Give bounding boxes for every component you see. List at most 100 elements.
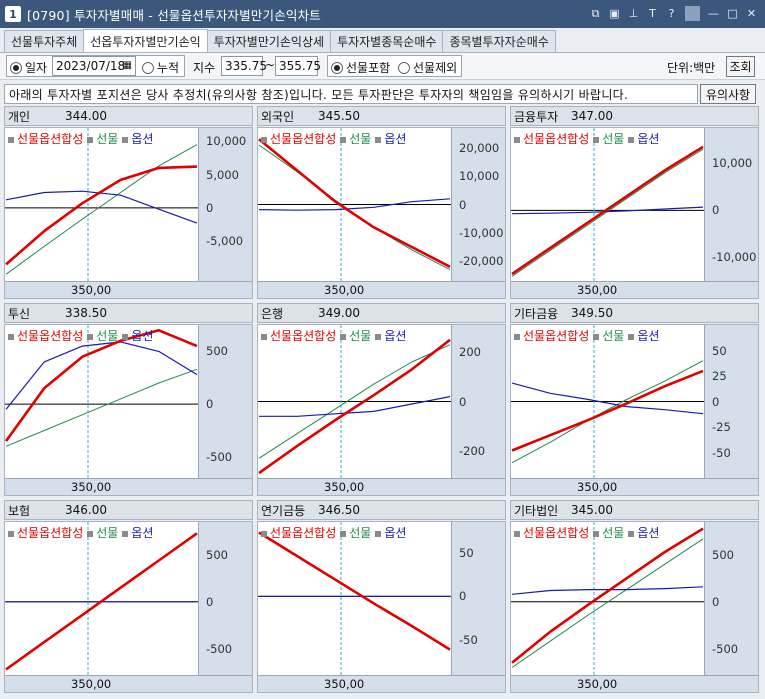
tile-icon[interactable]: ▣ bbox=[607, 6, 622, 21]
investor-name: 기타법인 bbox=[514, 503, 559, 518]
window-badge: 1 bbox=[5, 6, 21, 22]
chart-panel: 연기금등 346.50 선물옵션합성 선물 옵션 50 0 -50 350,00 bbox=[257, 500, 506, 693]
y-tick-label: -200 bbox=[459, 443, 486, 458]
y-tick-label: 500 bbox=[206, 547, 228, 562]
chart-body: 선물옵션합성 선물 옵션 50 25 0 -25 -50 350,00 bbox=[510, 324, 759, 496]
radio-include-futures[interactable]: 선물포함 bbox=[331, 59, 390, 76]
chart-legend: 선물옵션합성 선물 옵션 bbox=[514, 130, 659, 147]
chart-legend: 선물옵션합성 선물 옵션 bbox=[8, 130, 153, 147]
chart-panel: 투신 338.50 선물옵션합성 선물 옵션 500 0 -500 350,00 bbox=[4, 303, 253, 496]
date-value: 2023/07/18 bbox=[56, 59, 126, 73]
legend-options: 옵션 bbox=[628, 327, 659, 344]
tab-2[interactable]: 투자자별만기손익상세 bbox=[206, 30, 332, 52]
y-tick-label: -5,000 bbox=[206, 234, 244, 249]
plot-area: 선물옵션합성 선물 옵션 bbox=[258, 128, 451, 281]
chart-legend: 선물옵션합성 선물 옵션 bbox=[8, 327, 153, 344]
legend-combined: 선물옵션합성 bbox=[261, 130, 336, 147]
index-tilde: ~ bbox=[265, 58, 276, 72]
radio-daily-label: 일자 bbox=[25, 61, 48, 75]
chart-body: 선물옵션합성 선물 옵션 10,000 5,000 0 -5,000 350,00 bbox=[4, 127, 253, 299]
legend-options: 옵션 bbox=[375, 130, 406, 147]
x-axis: 350,00 bbox=[258, 675, 505, 692]
chart-body: 선물옵션합성 선물 옵션 20,000 10,000 0 -10,000 -20,000 350… bbox=[257, 127, 506, 299]
x-tick-label: 350,00 bbox=[71, 480, 112, 494]
y-tick-label: 0 bbox=[459, 589, 467, 604]
x-axis: 350,00 bbox=[5, 675, 252, 692]
chart-body: 선물옵션합성 선물 옵션 50 0 -50 350,00 bbox=[257, 521, 506, 693]
date-input[interactable]: 2023/07/18 ▦ bbox=[52, 56, 136, 76]
maximize-icon[interactable]: □ bbox=[725, 6, 740, 21]
y-tick-label: 10,000 bbox=[206, 134, 247, 149]
include-futures-label: 선물포함 bbox=[346, 61, 391, 75]
legend-combined: 선물옵션합성 bbox=[8, 130, 83, 147]
notice-button[interactable]: 유의사항 bbox=[700, 84, 756, 104]
chart-header: 투신 338.50 bbox=[4, 303, 253, 323]
tab-3[interactable]: 투자자별종목순매수 bbox=[330, 30, 444, 52]
breakeven-value: 345.50 bbox=[318, 109, 360, 123]
x-axis: 350,00 bbox=[5, 281, 252, 298]
breakeven-value: 344.00 bbox=[65, 109, 107, 123]
legend-options: 옵션 bbox=[122, 130, 153, 147]
y-tick-label: -10,000 bbox=[712, 250, 757, 265]
title-bar: 1 [0790] 투자자별매매 - 선물옵션투자자별만기손익차트 ⧉ ▣ ⊥ T? — □… bbox=[0, 0, 765, 28]
legend-combined: 선물옵션합성 bbox=[514, 130, 589, 147]
pin-icon[interactable]: ⊥ bbox=[626, 6, 641, 21]
radio-cumulative[interactable]: 누적 bbox=[142, 59, 179, 76]
calendar-icon[interactable]: ▦ bbox=[123, 60, 132, 71]
query-button[interactable]: 조회 bbox=[726, 56, 755, 77]
futures-series-line bbox=[5, 368, 198, 447]
y-tick-label: 500 bbox=[206, 344, 228, 359]
futures-series-line bbox=[511, 538, 704, 668]
radio-daily[interactable]: 일자 bbox=[10, 59, 47, 76]
y-tick-label: -10,000 bbox=[459, 225, 504, 240]
radio-cumulative-label: 누적 bbox=[157, 61, 180, 75]
y-tick-label: -20,000 bbox=[459, 254, 504, 269]
x-tick-label: 350,00 bbox=[324, 677, 365, 691]
breakeven-value: 346.50 bbox=[318, 503, 360, 517]
x-tick-label: 350,00 bbox=[71, 677, 112, 691]
legend-futures: 선물 bbox=[87, 130, 118, 147]
restore-icon[interactable]: ⧉ bbox=[588, 6, 603, 21]
chart-svg bbox=[511, 128, 704, 281]
breakeven-value: 349.00 bbox=[318, 306, 360, 320]
chart-panel: 보험 346.00 선물옵션합성 선물 옵션 500 0 -500 350,00 bbox=[4, 500, 253, 693]
chart-svg bbox=[511, 325, 704, 478]
x-tick-label: 350,00 bbox=[324, 480, 365, 494]
breakeven-value: 347.00 bbox=[571, 109, 613, 123]
index-to-input[interactable]: 355.75 bbox=[275, 56, 321, 76]
plot-area: 선물옵션합성 선물 옵션 bbox=[511, 522, 704, 675]
radio-dot-exclude bbox=[398, 61, 410, 74]
legend-futures: 선물 bbox=[87, 327, 118, 344]
index-from-input[interactable]: 335.75 bbox=[221, 56, 267, 76]
chart-header: 보험 346.00 bbox=[4, 500, 253, 520]
radio-exclude-futures[interactable]: 선물제외 bbox=[398, 59, 457, 76]
index-from-value: 335.75 bbox=[225, 59, 267, 73]
chart-panel: 기타법인 345.00 선물옵션합성 선물 옵션 500 0 -500 350,00 bbox=[510, 500, 759, 693]
chart-legend: 선물옵션합성 선물 옵션 bbox=[261, 524, 406, 541]
tab-4[interactable]: 종목별투자자순매수 bbox=[442, 30, 556, 52]
plot-area: 선물옵션합성 선물 옵션 bbox=[511, 325, 704, 478]
help-icon[interactable]: ? bbox=[664, 6, 679, 21]
minimize-icon[interactable]: — bbox=[706, 6, 721, 21]
x-tick-label: 350,00 bbox=[324, 283, 365, 297]
x-tick-label: 350,00 bbox=[577, 480, 618, 494]
breakeven-value: 345.00 bbox=[571, 503, 613, 517]
tab-0[interactable]: 선물투자주체 bbox=[4, 30, 85, 52]
y-tick-label: -500 bbox=[206, 641, 233, 656]
chart-header: 외국인 345.50 bbox=[257, 106, 506, 126]
font-icon[interactable]: T bbox=[645, 6, 660, 21]
combined-series-line bbox=[258, 531, 451, 651]
close-icon[interactable]: ✕ bbox=[744, 6, 759, 21]
legend-futures: 선물 bbox=[593, 327, 624, 344]
unit-label: 단위:백만 bbox=[667, 61, 716, 75]
legend-options: 옵션 bbox=[375, 524, 406, 541]
breakeven-value: 338.50 bbox=[65, 306, 107, 320]
investor-name: 금융투자 bbox=[514, 109, 559, 124]
legend-options: 옵션 bbox=[628, 130, 659, 147]
legend-options: 옵션 bbox=[375, 327, 406, 344]
chart-svg bbox=[258, 325, 451, 478]
plot-area: 선물옵션합성 선물 옵션 bbox=[258, 325, 451, 478]
y-tick-label: -500 bbox=[206, 449, 233, 464]
legend-options: 옵션 bbox=[122, 327, 153, 344]
tab-1[interactable]: 선옵투자자별만기손익 bbox=[83, 29, 208, 52]
